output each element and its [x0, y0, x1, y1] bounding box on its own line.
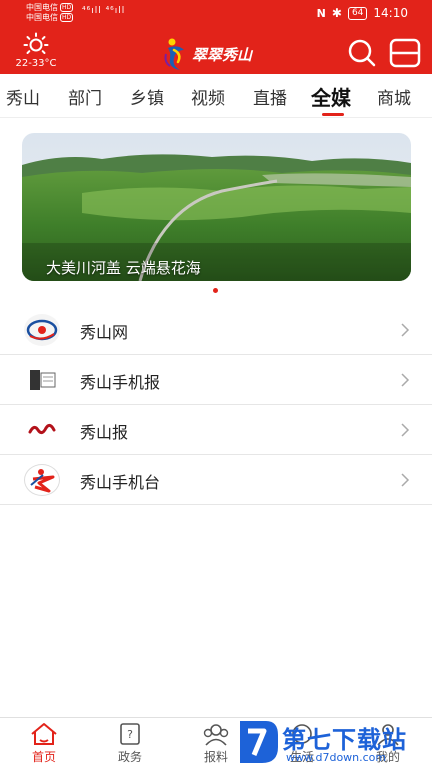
search-icon	[348, 39, 376, 67]
dancer-logo-icon	[164, 38, 184, 70]
tab-mall[interactable]: 商城	[377, 84, 411, 109]
report-icon	[203, 724, 229, 746]
media-list: 秀山网 秀山手机报 秀山报 秀山手机台	[0, 305, 432, 505]
tab-live[interactable]: 直播	[253, 84, 287, 109]
search-button[interactable]	[346, 38, 378, 68]
hd-badge: HD	[60, 13, 74, 22]
d7-logo-icon	[240, 721, 278, 763]
list-item-label: 秀山手机报	[80, 373, 161, 392]
sun-icon	[23, 32, 49, 54]
status-right: N ✱ 64 14:10	[317, 6, 408, 20]
nav-home[interactable]: 首页	[14, 722, 74, 765]
download-site-watermark: 第七下载站 www.d7down.com	[236, 716, 432, 768]
svg-text:?: ?	[127, 728, 133, 741]
scan-icon	[389, 38, 421, 68]
carrier-2: 中国电信	[26, 13, 58, 22]
list-item-label: 秀山网	[80, 323, 129, 342]
xiushan-newspaper-logo-icon	[24, 414, 60, 446]
mobile-tv-logo-icon	[24, 464, 60, 496]
watermark-url: www.d7down.com	[286, 751, 387, 764]
tab-towns[interactable]: 乡镇	[130, 84, 164, 109]
tab-all-media[interactable]: 全媒	[311, 82, 351, 111]
tab-departments[interactable]: 部门	[68, 84, 102, 109]
channel-tabs: 秀山 部门 乡镇 视频 直播 全媒 商城	[0, 74, 432, 118]
scan-button[interactable]	[388, 38, 422, 68]
banner-caption: 大美川河盖 云端悬花海	[46, 259, 201, 277]
government-icon: ?	[120, 723, 140, 745]
weather-widget[interactable]: 22-33°C	[14, 32, 58, 69]
clock: 14:10	[373, 6, 408, 20]
list-item[interactable]: 秀山网	[0, 305, 432, 355]
signal-icon: ⁴⁶ıll ⁴⁶ıll	[82, 6, 126, 16]
nfc-icon: N	[316, 6, 326, 20]
list-item[interactable]: 秀山手机台	[0, 455, 432, 505]
temperature: 22-33°C	[15, 58, 57, 69]
carousel-indicator	[213, 288, 218, 293]
chevron-right-icon	[401, 373, 410, 387]
hd-badge: HD	[60, 3, 74, 12]
active-tab-indicator	[322, 113, 344, 116]
app-header: 中国电信 HD 中国电信 HD ⁴⁶ıll ⁴⁶ıll N ✱ 64 14:10 2…	[0, 0, 432, 74]
banner-carousel[interactable]: 大美川河盖 云端悬花海	[22, 133, 411, 281]
status-bar: 中国电信 HD 中国电信 HD ⁴⁶ıll ⁴⁶ıll N ✱ 64 14:10	[0, 0, 432, 28]
list-item[interactable]: 秀山手机报	[0, 355, 432, 405]
tab-video[interactable]: 视频	[191, 84, 225, 109]
carrier-1: 中国电信	[26, 3, 58, 12]
nav-label: 政务	[117, 750, 142, 764]
carrier-info: 中国电信 HD 中国电信 HD	[26, 3, 74, 23]
chevron-right-icon	[401, 473, 410, 487]
mobile-newspaper-logo-icon	[24, 364, 60, 396]
list-item[interactable]: 秀山报	[0, 405, 432, 455]
xiushan-net-logo-icon	[24, 314, 60, 346]
nav-government[interactable]: ? 政务	[100, 722, 160, 765]
logo-text: 翠翠秀山	[192, 46, 253, 64]
bluetooth-icon: ✱	[331, 6, 342, 20]
home-icon	[31, 723, 57, 745]
battery-indicator: 64	[347, 6, 368, 20]
list-item-label: 秀山手机台	[80, 473, 161, 492]
app-logo: 翠翠秀山	[162, 36, 272, 72]
chevron-right-icon	[401, 323, 410, 337]
nav-label: 首页	[31, 750, 56, 764]
tab-xiushan[interactable]: 秀山	[6, 84, 40, 109]
watermark-title: 第七下载站	[282, 726, 407, 754]
chevron-right-icon	[401, 423, 410, 437]
list-item-label: 秀山报	[80, 423, 129, 442]
